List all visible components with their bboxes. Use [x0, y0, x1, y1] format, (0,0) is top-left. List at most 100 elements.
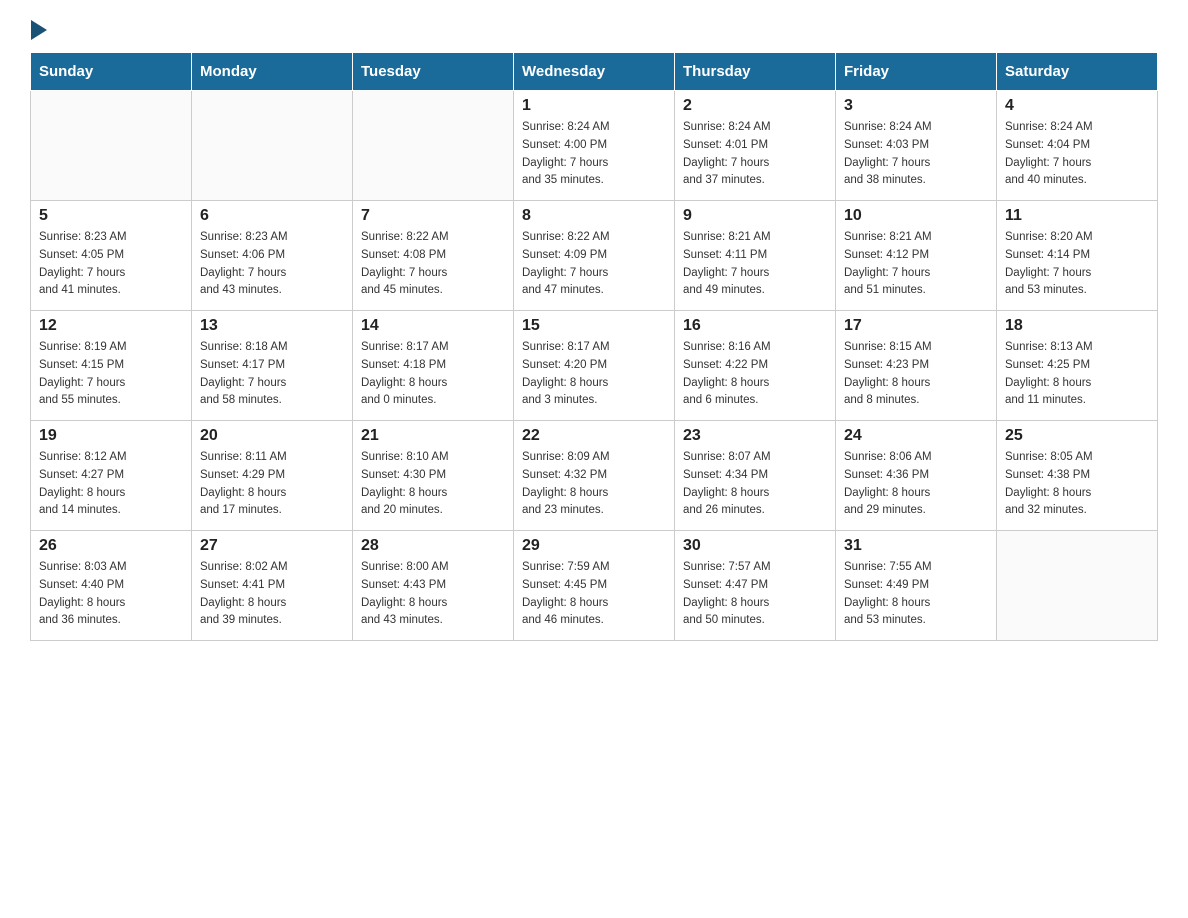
logo — [30, 20, 47, 36]
logo-chevron-icon — [31, 20, 47, 40]
day-info: Sunrise: 7:57 AMSunset: 4:47 PMDaylight:… — [683, 559, 827, 630]
day-info: Sunrise: 8:09 AMSunset: 4:32 PMDaylight:… — [522, 449, 666, 520]
calendar-cell: 8Sunrise: 8:22 AMSunset: 4:09 PMDaylight… — [514, 201, 675, 311]
calendar-cell: 4 Sunrise: 8:24 AMSunset: 4:04 PMDaylight… — [997, 91, 1158, 201]
calendar-cell: 6 Sunrise: 8:23 AMSunset: 4:06 PMDaylight… — [192, 201, 353, 311]
day-header-saturday: Saturday — [997, 53, 1158, 91]
day-info: Sunrise: 8:06 AMSunset: 4:36 PMDaylight:… — [844, 449, 988, 520]
day-number: 21 — [361, 427, 505, 445]
week-row-2: 5 Sunrise: 8:23 AMSunset: 4:05 PMDaylight… — [31, 201, 1158, 311]
calendar-cell: 13 Sunrise: 8:18 AMSunset: 4:17 PMDayligh… — [192, 311, 353, 421]
day-number: 9 — [683, 207, 827, 225]
day-info: Sunrise: 7:55 AMSunset: 4:49 PMDaylight:… — [844, 559, 988, 630]
calendar-cell — [353, 91, 514, 201]
day-number: 19 — [39, 427, 183, 445]
calendar-cell: 26 Sunrise: 8:03 AMSunset: 4:40 PMDayligh… — [31, 531, 192, 641]
calendar-header: SundayMondayTuesdayWednesdayThursdayFrid… — [31, 53, 1158, 91]
day-number: 23 — [683, 427, 827, 445]
calendar-cell: 20 Sunrise: 8:11 AMSunset: 4:29 PMDayligh… — [192, 421, 353, 531]
calendar-cell: 12Sunrise: 8:19 AMSunset: 4:15 PMDayligh… — [31, 311, 192, 421]
calendar-cell: 15 Sunrise: 8:17 AMSunset: 4:20 PMDayligh… — [514, 311, 675, 421]
day-info: Sunrise: 8:13 AMSunset: 4:25 PMDaylight:… — [1005, 339, 1149, 410]
day-info: Sunrise: 8:20 AMSunset: 4:14 PMDaylight:… — [1005, 229, 1149, 300]
day-number: 1 — [522, 97, 666, 115]
day-info: Sunrise: 8:15 AMSunset: 4:23 PMDaylight:… — [844, 339, 988, 410]
day-number: 16 — [683, 317, 827, 335]
calendar-cell: 22Sunrise: 8:09 AMSunset: 4:32 PMDayligh… — [514, 421, 675, 531]
calendar-cell: 17 Sunrise: 8:15 AMSunset: 4:23 PMDayligh… — [836, 311, 997, 421]
calendar-cell: 2 Sunrise: 8:24 AMSunset: 4:01 PMDaylight… — [675, 91, 836, 201]
day-number: 5 — [39, 207, 183, 225]
day-header-friday: Friday — [836, 53, 997, 91]
day-number: 13 — [200, 317, 344, 335]
calendar-cell: 5 Sunrise: 8:23 AMSunset: 4:05 PMDaylight… — [31, 201, 192, 311]
day-info: Sunrise: 8:11 AMSunset: 4:29 PMDaylight:… — [200, 449, 344, 520]
calendar-cell: 7 Sunrise: 8:22 AMSunset: 4:08 PMDaylight… — [353, 201, 514, 311]
day-info: Sunrise: 8:24 AMSunset: 4:00 PMDaylight:… — [522, 119, 666, 190]
day-number: 28 — [361, 537, 505, 555]
calendar-cell: 16 Sunrise: 8:16 AMSunset: 4:22 PMDayligh… — [675, 311, 836, 421]
day-info: Sunrise: 8:24 AMSunset: 4:04 PMDaylight:… — [1005, 119, 1149, 190]
day-info: Sunrise: 8:23 AMSunset: 4:06 PMDaylight:… — [200, 229, 344, 300]
day-number: 3 — [844, 97, 988, 115]
day-info: Sunrise: 8:24 AMSunset: 4:01 PMDaylight:… — [683, 119, 827, 190]
week-row-1: 1 Sunrise: 8:24 AMSunset: 4:00 PMDaylight… — [31, 91, 1158, 201]
day-info: Sunrise: 8:18 AMSunset: 4:17 PMDaylight:… — [200, 339, 344, 410]
calendar-cell: 31Sunrise: 7:55 AMSunset: 4:49 PMDayligh… — [836, 531, 997, 641]
day-header-monday: Monday — [192, 53, 353, 91]
day-number: 8 — [522, 207, 666, 225]
day-info: Sunrise: 8:00 AMSunset: 4:43 PMDaylight:… — [361, 559, 505, 630]
day-number: 4 — [1005, 97, 1149, 115]
day-number: 24 — [844, 427, 988, 445]
calendar-cell: 21Sunrise: 8:10 AMSunset: 4:30 PMDayligh… — [353, 421, 514, 531]
calendar-cell: 9 Sunrise: 8:21 AMSunset: 4:11 PMDaylight… — [675, 201, 836, 311]
day-info: Sunrise: 8:12 AMSunset: 4:27 PMDaylight:… — [39, 449, 183, 520]
day-info: Sunrise: 8:16 AMSunset: 4:22 PMDaylight:… — [683, 339, 827, 410]
calendar-cell: 1 Sunrise: 8:24 AMSunset: 4:00 PMDaylight… — [514, 91, 675, 201]
calendar-cell: 29 Sunrise: 7:59 AMSunset: 4:45 PMDayligh… — [514, 531, 675, 641]
calendar-cell: 18 Sunrise: 8:13 AMSunset: 4:25 PMDayligh… — [997, 311, 1158, 421]
day-info: Sunrise: 8:21 AMSunset: 4:12 PMDaylight:… — [844, 229, 988, 300]
calendar-cell: 10 Sunrise: 8:21 AMSunset: 4:12 PMDayligh… — [836, 201, 997, 311]
week-row-5: 26 Sunrise: 8:03 AMSunset: 4:40 PMDayligh… — [31, 531, 1158, 641]
day-number: 10 — [844, 207, 988, 225]
calendar-cell: 23 Sunrise: 8:07 AMSunset: 4:34 PMDayligh… — [675, 421, 836, 531]
calendar-cell: 28 Sunrise: 8:00 AMSunset: 4:43 PMDayligh… — [353, 531, 514, 641]
day-info: Sunrise: 8:03 AMSunset: 4:40 PMDaylight:… — [39, 559, 183, 630]
day-number: 14 — [361, 317, 505, 335]
day-number: 26 — [39, 537, 183, 555]
day-info: Sunrise: 7:59 AMSunset: 4:45 PMDaylight:… — [522, 559, 666, 630]
day-number: 17 — [844, 317, 988, 335]
calendar-cell — [192, 91, 353, 201]
day-headers-row: SundayMondayTuesdayWednesdayThursdayFrid… — [31, 53, 1158, 91]
day-number: 18 — [1005, 317, 1149, 335]
calendar-cell: 30 Sunrise: 7:57 AMSunset: 4:47 PMDayligh… — [675, 531, 836, 641]
week-row-3: 12Sunrise: 8:19 AMSunset: 4:15 PMDayligh… — [31, 311, 1158, 421]
day-info: Sunrise: 8:22 AMSunset: 4:08 PMDaylight:… — [361, 229, 505, 300]
day-header-thursday: Thursday — [675, 53, 836, 91]
day-info: Sunrise: 8:07 AMSunset: 4:34 PMDaylight:… — [683, 449, 827, 520]
day-info: Sunrise: 8:17 AMSunset: 4:18 PMDaylight:… — [361, 339, 505, 410]
day-number: 29 — [522, 537, 666, 555]
calendar-table: SundayMondayTuesdayWednesdayThursdayFrid… — [30, 52, 1158, 641]
day-number: 7 — [361, 207, 505, 225]
day-info: Sunrise: 8:21 AMSunset: 4:11 PMDaylight:… — [683, 229, 827, 300]
day-number: 2 — [683, 97, 827, 115]
day-info: Sunrise: 8:23 AMSunset: 4:05 PMDaylight:… — [39, 229, 183, 300]
day-number: 15 — [522, 317, 666, 335]
day-number: 20 — [200, 427, 344, 445]
day-header-wednesday: Wednesday — [514, 53, 675, 91]
day-number: 25 — [1005, 427, 1149, 445]
calendar-cell: 25Sunrise: 8:05 AMSunset: 4:38 PMDayligh… — [997, 421, 1158, 531]
calendar-cell: 24 Sunrise: 8:06 AMSunset: 4:36 PMDayligh… — [836, 421, 997, 531]
calendar-cell — [997, 531, 1158, 641]
day-header-sunday: Sunday — [31, 53, 192, 91]
header — [30, 20, 1158, 36]
calendar-body: 1 Sunrise: 8:24 AMSunset: 4:00 PMDaylight… — [31, 91, 1158, 641]
day-info: Sunrise: 8:02 AMSunset: 4:41 PMDaylight:… — [200, 559, 344, 630]
calendar-cell: 27Sunrise: 8:02 AMSunset: 4:41 PMDayligh… — [192, 531, 353, 641]
day-info: Sunrise: 8:17 AMSunset: 4:20 PMDaylight:… — [522, 339, 666, 410]
day-header-tuesday: Tuesday — [353, 53, 514, 91]
day-number: 30 — [683, 537, 827, 555]
day-number: 6 — [200, 207, 344, 225]
